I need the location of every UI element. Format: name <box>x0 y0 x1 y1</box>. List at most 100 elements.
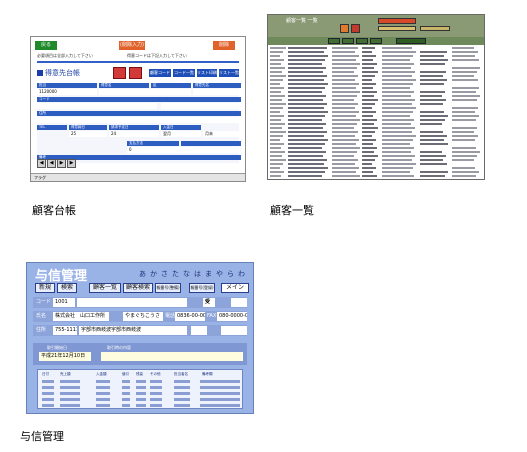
fax-field[interactable]: 080-0000-0000 <box>217 312 247 321</box>
list-cell <box>288 47 327 49</box>
list-cell <box>452 127 477 129</box>
kana-index-ta[interactable]: た <box>172 269 179 279</box>
address-extra-field[interactable] <box>191 326 207 335</box>
memo-label: 取引時の内容 <box>107 345 131 350</box>
table-cell <box>200 404 240 407</box>
code-detail-field[interactable] <box>77 298 187 307</box>
kana-name-field[interactable]: やまぐちこうさ <box>123 312 163 321</box>
customer-name-field[interactable] <box>99 89 191 95</box>
list-cell <box>270 71 282 73</box>
table-row[interactable] <box>40 385 240 390</box>
payment-month-field[interactable]: 翌月 <box>161 131 201 137</box>
company-name-field[interactable]: 株式会社 山口工作所 <box>53 312 109 321</box>
address-field[interactable] <box>37 117 241 123</box>
list-cell <box>382 51 416 53</box>
column-toggle-5[interactable] <box>396 38 426 44</box>
list-row[interactable] <box>270 174 482 178</box>
list-cell <box>452 91 476 93</box>
list-cell <box>332 163 355 165</box>
table-row[interactable] <box>40 403 240 408</box>
kana-index-sa[interactable]: さ <box>161 269 168 279</box>
list-cell <box>420 59 448 61</box>
list-cell <box>270 111 280 113</box>
kana-index-wa[interactable]: わ <box>238 269 245 279</box>
customer-code-field[interactable]: 1120000 <box>37 89 97 95</box>
zip-field[interactable]: 755-1111 <box>53 326 77 335</box>
list-cell <box>288 87 325 89</box>
tab-code-list[interactable]: コード一覧 <box>173 69 195 77</box>
report-register-button[interactable]: 報番号(登録) <box>189 283 215 293</box>
register-icon-button[interactable] <box>113 67 126 79</box>
table-row[interactable] <box>40 397 240 402</box>
list-icon-button-2[interactable] <box>351 24 360 33</box>
code-field[interactable]: 1001 <box>53 298 75 307</box>
memo-field[interactable] <box>101 352 243 361</box>
list-cell <box>452 55 475 57</box>
column-toggle-4[interactable] <box>370 38 382 44</box>
search-button[interactable]: 検索 <box>57 283 77 293</box>
list-cell <box>452 75 474 77</box>
list-cell <box>362 119 377 121</box>
kana-index-a[interactable]: あ <box>139 269 146 279</box>
table-row[interactable] <box>40 379 240 384</box>
column-toggle-2[interactable] <box>342 38 354 44</box>
list-cell <box>332 71 354 73</box>
first-record-button[interactable]: ◀ <box>37 159 46 168</box>
client-name-field[interactable] <box>193 89 241 95</box>
start-date-field[interactable]: 平成21年12月10日 <box>39 352 91 361</box>
table-cell <box>96 398 110 401</box>
main-button[interactable]: メイン <box>221 283 249 293</box>
table-cell <box>200 392 240 395</box>
kana-index-na[interactable]: な <box>183 269 190 279</box>
tab-list-print[interactable]: リスト印刷 <box>197 69 217 77</box>
kana-index-ka[interactable]: か <box>150 269 157 279</box>
kana-index-ra[interactable]: ら <box>227 269 234 279</box>
last-record-button[interactable]: ▶ <box>67 159 76 168</box>
list-cell <box>288 115 325 117</box>
kana-index-ha[interactable]: は <box>194 269 201 279</box>
kana-index-ma[interactable]: ま <box>205 269 212 279</box>
list-cell <box>270 107 283 109</box>
column-toggle-1[interactable] <box>328 38 340 44</box>
delete-button[interactable]: 削除 <box>213 41 235 50</box>
list-header-button-3[interactable] <box>420 26 450 31</box>
customer-list-button[interactable]: 顧客一覧 <box>89 283 121 293</box>
report-edit-button[interactable]: 報番号(整備) <box>155 283 181 293</box>
edit-field[interactable] <box>231 298 247 307</box>
closing-day-field[interactable]: 25 <box>69 131 107 137</box>
code-field-2[interactable] <box>161 103 241 109</box>
tab-list-view[interactable]: リスト一覧 <box>219 69 239 77</box>
next-record-button[interactable]: ▶ <box>57 159 66 168</box>
close-icon-button[interactable] <box>129 67 142 79</box>
payment-method-field[interactable]: 0 <box>127 147 241 153</box>
list-cell <box>270 123 285 125</box>
tab-customer-code[interactable]: 顧客コード <box>149 69 171 77</box>
kana-index-ya[interactable]: や <box>216 269 223 279</box>
address-field[interactable]: 宇部市西岐波宇部市西岐波 <box>79 326 187 335</box>
table-cell <box>200 380 240 383</box>
payment-end-field[interactable]: 月末 <box>203 131 241 137</box>
list-cell <box>382 75 412 77</box>
delete-entry-button[interactable]: (削除入力) <box>119 41 145 50</box>
list-cell <box>332 87 356 89</box>
list-icon-button-1[interactable] <box>340 24 349 33</box>
address-code-field[interactable] <box>221 326 247 335</box>
billing-day-field[interactable]: 24 <box>109 131 159 137</box>
list-cell <box>270 103 286 105</box>
back-button[interactable]: 戻る <box>35 41 57 50</box>
customer-search-button[interactable]: 顧客検索 <box>123 283 153 293</box>
prev-record-button[interactable]: ◀ <box>47 159 56 168</box>
list-header-button-1[interactable] <box>378 18 416 24</box>
list-header-button-2[interactable] <box>378 26 416 31</box>
table-cell <box>60 386 80 389</box>
list-cell <box>452 119 476 121</box>
list-cell <box>420 63 445 65</box>
code-field[interactable] <box>37 103 157 109</box>
new-button[interactable]: 新規 <box>35 283 55 293</box>
column-toggle-3[interactable] <box>356 38 368 44</box>
list-cell <box>382 91 414 93</box>
list-cell <box>452 87 479 89</box>
tel-field[interactable]: 0836-00-000 <box>175 312 205 321</box>
list-cell <box>420 99 446 101</box>
table-row[interactable] <box>40 391 240 396</box>
